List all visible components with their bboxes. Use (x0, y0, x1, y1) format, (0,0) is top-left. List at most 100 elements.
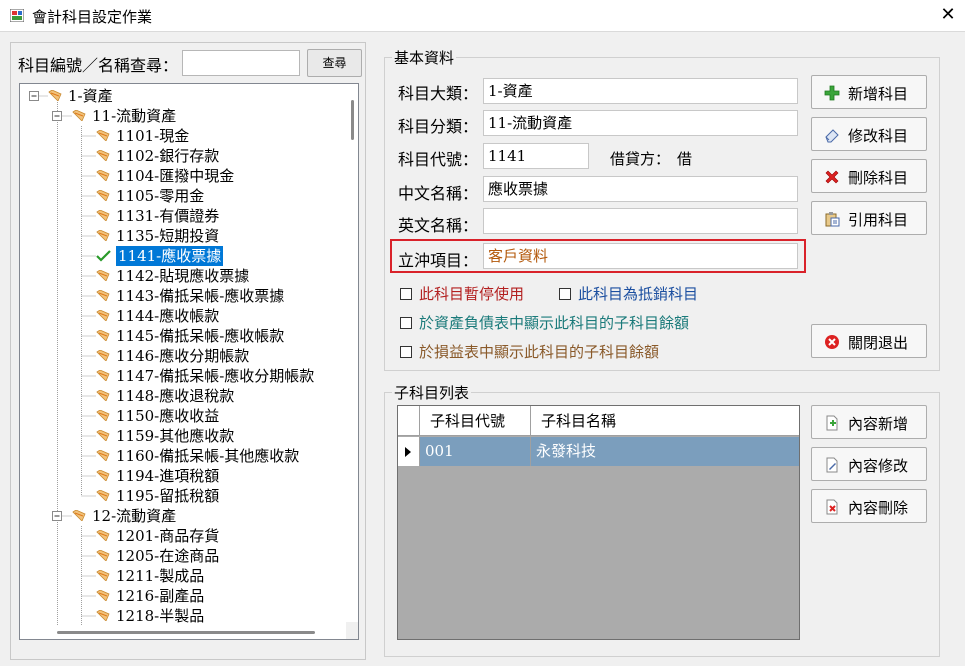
tree-node-label: 1-資產 (68, 87, 113, 105)
delete-account-button[interactable]: 刪除科目 (811, 159, 927, 193)
col-header-name[interactable]: 子科目名稱 (531, 406, 799, 436)
check-icon (96, 250, 111, 262)
income-statement-checkbox[interactable]: 於損益表中顯示此科目的子科目餘額 (400, 341, 659, 362)
tree-node-label: 1144-應收帳款 (116, 307, 220, 325)
sub-account-title: 子科目列表 (392, 382, 472, 403)
folder-icon (72, 110, 86, 121)
dc-value: 借 (677, 150, 693, 168)
col-header-code[interactable]: 子科目代號 (420, 406, 531, 436)
english-name-field[interactable] (483, 208, 798, 234)
balance-sheet-checkbox-label: 於資產負債表中顯示此科目的子科目餘額 (419, 314, 690, 332)
suspend-checkbox[interactable]: 此科目暫停使用 (400, 283, 524, 304)
add-account-button[interactable]: 新增科目 (811, 75, 927, 109)
content-delete-button[interactable]: 內容刪除 (811, 489, 927, 523)
clipboard-icon (825, 212, 840, 227)
edit-account-button[interactable]: 修改科目 (811, 117, 927, 151)
tree-node-label: 1105-零用金 (116, 187, 205, 205)
tree-node-label: 1141-應收票據 (116, 246, 224, 266)
folder-icon (96, 330, 110, 341)
tree-horizontal-scrollbar[interactable] (20, 625, 346, 639)
search-button[interactable]: 查尋 (307, 49, 362, 77)
chinese-name-label: 中文名稱： (398, 184, 479, 203)
chinese-name-field[interactable]: 應收票據 (483, 176, 798, 202)
tree-node-label: 1195-留抵稅額 (116, 487, 220, 505)
folder-icon (96, 590, 110, 601)
tree-node-label: 1211-製成品 (116, 567, 205, 585)
folder-icon (96, 550, 110, 561)
content-add-button[interactable]: 內容新增 (811, 405, 927, 439)
account-tree[interactable]: 1-資產 11-流動資產 1101-現金 1102-銀行存款 1104-匯撥中現金 110… (19, 83, 359, 640)
class-field[interactable]: 11-流動資產 (483, 110, 798, 136)
tree-node-label: 1101-現金 (116, 127, 190, 145)
content-edit-button[interactable]: 內容修改 (811, 447, 927, 481)
dc-label: 借貸方： (610, 150, 671, 168)
contra-checkbox-label: 此科目為抵銷科目 (578, 285, 699, 303)
tree-node-label: 1159-其他應收款 (116, 427, 235, 445)
offset-item-field[interactable]: 客戶資料 (483, 243, 798, 269)
eraser-icon (825, 129, 839, 143)
income-statement-checkbox-label: 於損益表中顯示此科目的子科目餘額 (419, 343, 660, 361)
tree-node-label: 1148-應收退稅款 (116, 387, 235, 405)
tree-node-label: 1205-在途商品 (116, 547, 220, 565)
code-field[interactable]: 1141 (483, 143, 589, 169)
folder-icon (72, 510, 86, 521)
cell-name[interactable]: 永發科技 (531, 437, 799, 466)
folder-icon (96, 490, 110, 501)
delete-document-icon (826, 499, 838, 515)
folder-icon (48, 90, 62, 101)
balance-sheet-checkbox[interactable]: 於資產負債表中顯示此科目的子科目餘額 (400, 312, 689, 333)
tree-node-label: 1131-有價證券 (116, 207, 220, 225)
folder-icon (96, 270, 110, 281)
collapse-icons (29, 91, 62, 521)
tree-node-label: 1194-進項稅額 (116, 467, 220, 485)
english-name-label: 英文名稱： (398, 216, 479, 235)
folder-icon (96, 310, 110, 321)
close-circle-icon (825, 335, 839, 349)
edit-document-icon (826, 457, 838, 473)
window-title: 會計科目設定作業 (32, 8, 153, 26)
category-field[interactable]: 1-資產 (483, 78, 798, 104)
reference-account-button[interactable]: 引用科目 (811, 201, 927, 235)
folder-icon (96, 290, 110, 301)
folder-icon (96, 130, 110, 141)
tree-node-label: 1160-備抵呆帳-其他應收款 (116, 447, 300, 465)
delete-x-icon (825, 170, 839, 184)
folder-icon (96, 390, 110, 401)
add-document-icon (826, 415, 838, 431)
grid-header: 子科目代號 子科目名稱 (398, 406, 799, 436)
close-icon[interactable]: ✕ (936, 4, 960, 28)
tree-node-label: 1143-備抵呆帳-應收票據 (116, 287, 285, 305)
plus-icon (824, 85, 840, 101)
contra-checkbox[interactable]: 此科目為抵銷科目 (559, 283, 698, 304)
close-exit-button[interactable]: 關閉退出 (811, 324, 927, 358)
sub-account-grid[interactable]: 子科目代號 子科目名稱 001 永發科技 (397, 405, 800, 640)
tree-node-label: 1142-貼現應收票據 (116, 267, 250, 285)
folder-icon (96, 530, 110, 541)
folder-icon (96, 370, 110, 381)
tree-node-label: 1102-銀行存款 (116, 147, 220, 165)
code-label: 科目代號： (398, 150, 479, 169)
class-label: 科目分類： (398, 117, 479, 136)
suspend-checkbox-label: 此科目暫停使用 (419, 285, 525, 303)
table-row[interactable]: 001 永發科技 (398, 437, 799, 466)
tree-vertical-scrollbar[interactable] (346, 84, 358, 622)
tree-node-label: 1150-應收收益 (116, 407, 220, 425)
tree-node-label: 1147-備抵呆帳-應收分期帳款 (116, 367, 315, 385)
folder-icon (96, 150, 110, 161)
folder-icon (96, 350, 110, 361)
current-row-arrow-icon (405, 447, 411, 457)
offset-item-label: 立沖項目： (398, 251, 479, 270)
tree-node-label: 1104-匯撥中現金 (116, 167, 235, 185)
basic-info-title: 基本資料 (392, 47, 457, 68)
category-label: 科目大類： (398, 84, 479, 103)
tree-node-label: 1145-備抵呆帳-應收帳款 (116, 327, 285, 345)
cell-code[interactable]: 001 (420, 437, 531, 466)
folder-icon (96, 430, 110, 441)
app-icon (10, 9, 24, 22)
tree-node-label: 12-流動資產 (92, 507, 177, 525)
tree-node-label: 1201-商品存貨 (116, 527, 220, 545)
folder-icon (96, 410, 110, 421)
tree-node-label: 1135-短期投資 (116, 227, 220, 245)
search-label: 科目編號／名稱查尋： (18, 56, 179, 75)
search-input[interactable] (182, 50, 300, 76)
